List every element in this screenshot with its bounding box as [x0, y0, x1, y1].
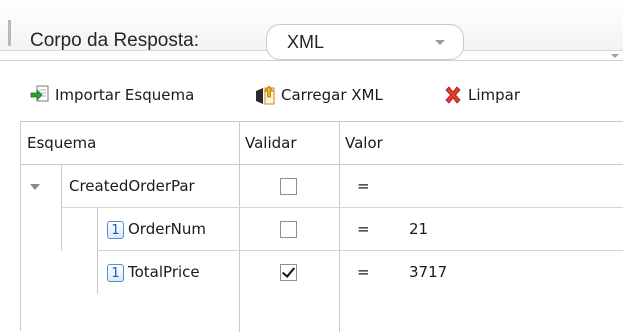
response-body-label: Corpo da Resposta: [30, 30, 199, 51]
schema-grid: Esquema Validar Valor CreatedOrderPar = … [20, 121, 623, 332]
row-value[interactable]: 3717 [409, 251, 447, 294]
validate-checkbox[interactable] [280, 178, 297, 195]
validate-checkbox[interactable] [280, 221, 297, 238]
row-name-cell: 1 TotalPrice [107, 251, 200, 294]
divider [0, 60, 623, 61]
clear-button[interactable]: Limpar [443, 80, 520, 110]
response-body-bar: Corpo da Resposta: XML [0, 0, 623, 60]
row-value[interactable]: 21 [409, 208, 428, 251]
table-row[interactable]: CreatedOrderPar = [21, 165, 623, 208]
toolbar-grip[interactable] [8, 20, 11, 46]
overflow-chevron-icon[interactable] [611, 54, 619, 58]
indent-guide [61, 165, 62, 208]
import-schema-label: Importar Esquema [55, 86, 195, 104]
chevron-down-icon [435, 40, 445, 45]
row-name: OrderNum [128, 220, 206, 238]
occurrence-badge: 1 [107, 220, 124, 239]
row-name: TotalPrice [128, 263, 200, 281]
red-x-icon [445, 86, 461, 104]
load-xml-label: Carregar XML [281, 86, 383, 104]
row-name: CreatedOrderPar [69, 177, 195, 195]
table-row[interactable]: 1 OrderNum = 21 [21, 208, 623, 294]
import-icon [30, 85, 49, 102]
occurrence-badge: 1 [107, 263, 124, 282]
clear-label: Limpar [468, 86, 521, 104]
row-operator: = [357, 220, 370, 238]
row-operator: = [357, 263, 370, 281]
schema-toolbar: Importar Esquema Carregar XML Limpar [0, 80, 623, 112]
indent-guide [61, 208, 62, 251]
import-schema-button[interactable]: Importar Esquema [30, 80, 194, 110]
column-header-validate[interactable]: Validar [239, 122, 339, 164]
format-select[interactable]: XML [266, 24, 464, 60]
table-row[interactable]: 1 TotalPrice = 3717 [21, 251, 623, 294]
column-header-value[interactable]: Valor [339, 122, 623, 164]
row-name-cell: 1 OrderNum [107, 208, 206, 251]
row-operator: = [357, 177, 370, 195]
grid-header: Esquema Validar Valor [21, 122, 623, 165]
load-xml-icon [256, 85, 275, 105]
load-xml-button[interactable]: Carregar XML [254, 80, 383, 110]
format-select-value: XML [287, 32, 325, 52]
validate-checkbox-checked[interactable] [280, 264, 297, 281]
column-header-schema[interactable]: Esquema [21, 122, 239, 164]
collapse-triangle-icon[interactable] [30, 184, 40, 190]
